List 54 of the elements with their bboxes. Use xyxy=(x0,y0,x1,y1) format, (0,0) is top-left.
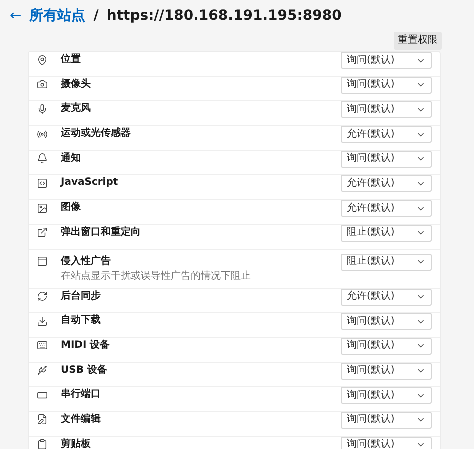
permission-label: USB 设备 xyxy=(61,364,108,378)
image-icon xyxy=(37,202,48,214)
permission-label: 自动下载 xyxy=(61,314,102,328)
code-square-icon xyxy=(37,178,48,189)
permission-description: 在站点显示干扰或误导性广告的情况下阻止 xyxy=(61,270,252,284)
permission-label: MIDI 设备 xyxy=(61,338,112,353)
permission-dropdown[interactable]: 询问(默认) xyxy=(341,76,432,94)
clipboard-icon xyxy=(37,439,48,449)
permission-label: JavaScript xyxy=(61,176,120,190)
breadcrumb-separator: / xyxy=(94,7,99,26)
permission-dropdown[interactable]: 允许(默认) xyxy=(341,126,432,144)
permission-label: 麦克风 xyxy=(61,102,92,116)
permission-dropdown[interactable]: 阻止(默认) xyxy=(341,224,432,242)
site-address: https://180.168.191.195:8980 xyxy=(106,7,342,26)
permission-dropdown[interactable]: 询问(默认) xyxy=(341,338,432,355)
permission-label: 后台同步 xyxy=(61,290,102,304)
bell-icon xyxy=(37,153,48,164)
panel-icon xyxy=(37,256,48,267)
permission-label: 图像 xyxy=(61,200,82,216)
permission-label: 摄像头 xyxy=(61,78,92,92)
back-arrow[interactable]: ← xyxy=(10,6,22,27)
permission-dropdown[interactable]: 询问(默认) xyxy=(341,150,432,168)
location-pin-icon xyxy=(37,54,48,66)
microphone-icon xyxy=(37,104,48,115)
port-icon xyxy=(37,390,48,401)
permission-dropdown[interactable]: 询问(默认) xyxy=(341,362,432,380)
permission-dropdown[interactable]: 允许(默认) xyxy=(341,288,432,306)
permission-label: 通知 xyxy=(61,152,82,166)
permission-dropdown[interactable]: 询问(默认) xyxy=(341,387,432,404)
usb-icon xyxy=(37,365,48,376)
permission-dropdown[interactable]: 阻止(默认) xyxy=(341,254,432,270)
permission-dropdown[interactable]: 询问(默认) xyxy=(341,52,432,69)
permission-label: 位置 xyxy=(61,52,82,67)
permission-label: 串行端口 xyxy=(61,388,102,402)
permission-dropdown[interactable]: 询问(默认) xyxy=(341,412,432,429)
permission-dropdown[interactable]: 允许(默认) xyxy=(341,200,432,218)
permission-dropdown[interactable]: 允许(默认) xyxy=(341,175,432,192)
permission-dropdown[interactable]: 询问(默认) xyxy=(341,101,432,118)
file-edit-icon xyxy=(37,414,48,426)
external-link-icon xyxy=(37,227,48,238)
permission-label: 文件编辑 xyxy=(61,412,102,427)
download-icon xyxy=(37,316,48,327)
sync-icon xyxy=(37,291,48,302)
permission-label: 侵入性广告 xyxy=(61,254,112,268)
permission-label: 弹出窗口和重定向 xyxy=(61,225,142,240)
signal-waves-icon xyxy=(37,128,48,140)
reset-permissions-button[interactable]: 重置权限 xyxy=(394,32,442,50)
permission-dropdown[interactable]: 询问(默认) xyxy=(341,436,432,449)
permission-label: 运动或光传感器 xyxy=(61,126,132,142)
permission-label: 剪贴板 xyxy=(61,438,92,449)
camera-icon xyxy=(37,79,48,90)
keyboard-icon xyxy=(37,340,48,352)
breadcrumb-link[interactable]: 所有站点 xyxy=(30,6,86,27)
permission-dropdown[interactable]: 询问(默认) xyxy=(341,313,432,330)
